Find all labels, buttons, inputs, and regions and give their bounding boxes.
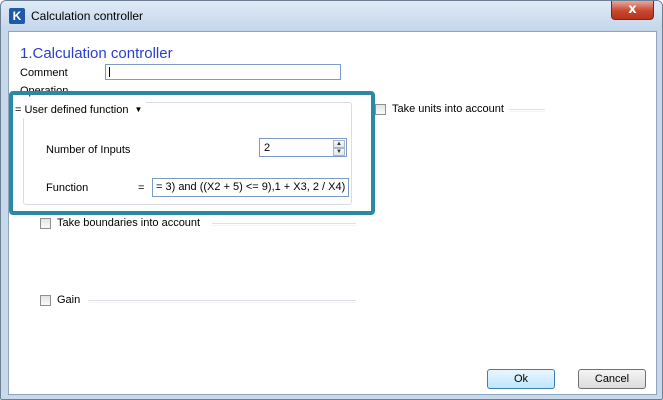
page-title: 1.Calculation controller <box>20 45 173 62</box>
take-boundaries-label: Take boundaries into account <box>57 217 201 229</box>
k-app-icon: K <box>9 8 25 24</box>
spin-down-arrow-icon[interactable]: ▼ <box>333 148 345 156</box>
operation-dropdown-value: = User defined function <box>15 104 129 116</box>
number-of-inputs-value: 2 <box>264 142 271 154</box>
operation-label: Operation <box>20 85 69 97</box>
take-units-option[interactable]: Take units into account <box>375 103 545 118</box>
cancel-button[interactable]: Cancel <box>578 369 646 389</box>
dialog-window: K Calculation controller x 1.Calculation… <box>0 0 663 400</box>
gain-option[interactable]: Gain <box>40 294 356 309</box>
function-label: Function <box>46 182 89 194</box>
function-input[interactable]: = 3) and ((X2 + 5) <= 9),1 + X3, 2 / X4) <box>152 178 349 197</box>
close-button[interactable]: x <box>611 1 654 20</box>
equals-sign: = <box>138 182 145 194</box>
ok-button[interactable]: Ok <box>487 369 555 389</box>
gain-checkbox[interactable] <box>40 295 51 306</box>
divider <box>509 109 545 112</box>
divider <box>212 223 356 226</box>
comment-input[interactable] <box>105 64 341 80</box>
operation-dropdown[interactable]: = User defined function ▼ <box>11 102 147 118</box>
take-boundaries-checkbox[interactable] <box>40 218 51 229</box>
title-bar[interactable]: K Calculation controller x <box>1 1 662 31</box>
comment-label: Comment <box>20 67 68 79</box>
chevron-down-icon: ▼ <box>134 105 143 114</box>
gain-label: Gain <box>57 294 81 306</box>
number-of-inputs-stepper[interactable]: 2 ▲ ▼ <box>259 138 347 157</box>
take-units-label: Take units into account <box>392 103 504 115</box>
text-caret <box>109 67 110 77</box>
dialog-body: 1.Calculation controller Comment Operati… <box>8 31 657 395</box>
spin-up-arrow-icon[interactable]: ▲ <box>333 140 345 148</box>
take-units-checkbox[interactable] <box>375 104 386 115</box>
window-title: Calculation controller <box>31 9 144 23</box>
number-of-inputs-label: Number of Inputs <box>46 144 131 156</box>
divider <box>88 300 356 303</box>
take-boundaries-option[interactable]: Take boundaries into account <box>40 217 356 232</box>
